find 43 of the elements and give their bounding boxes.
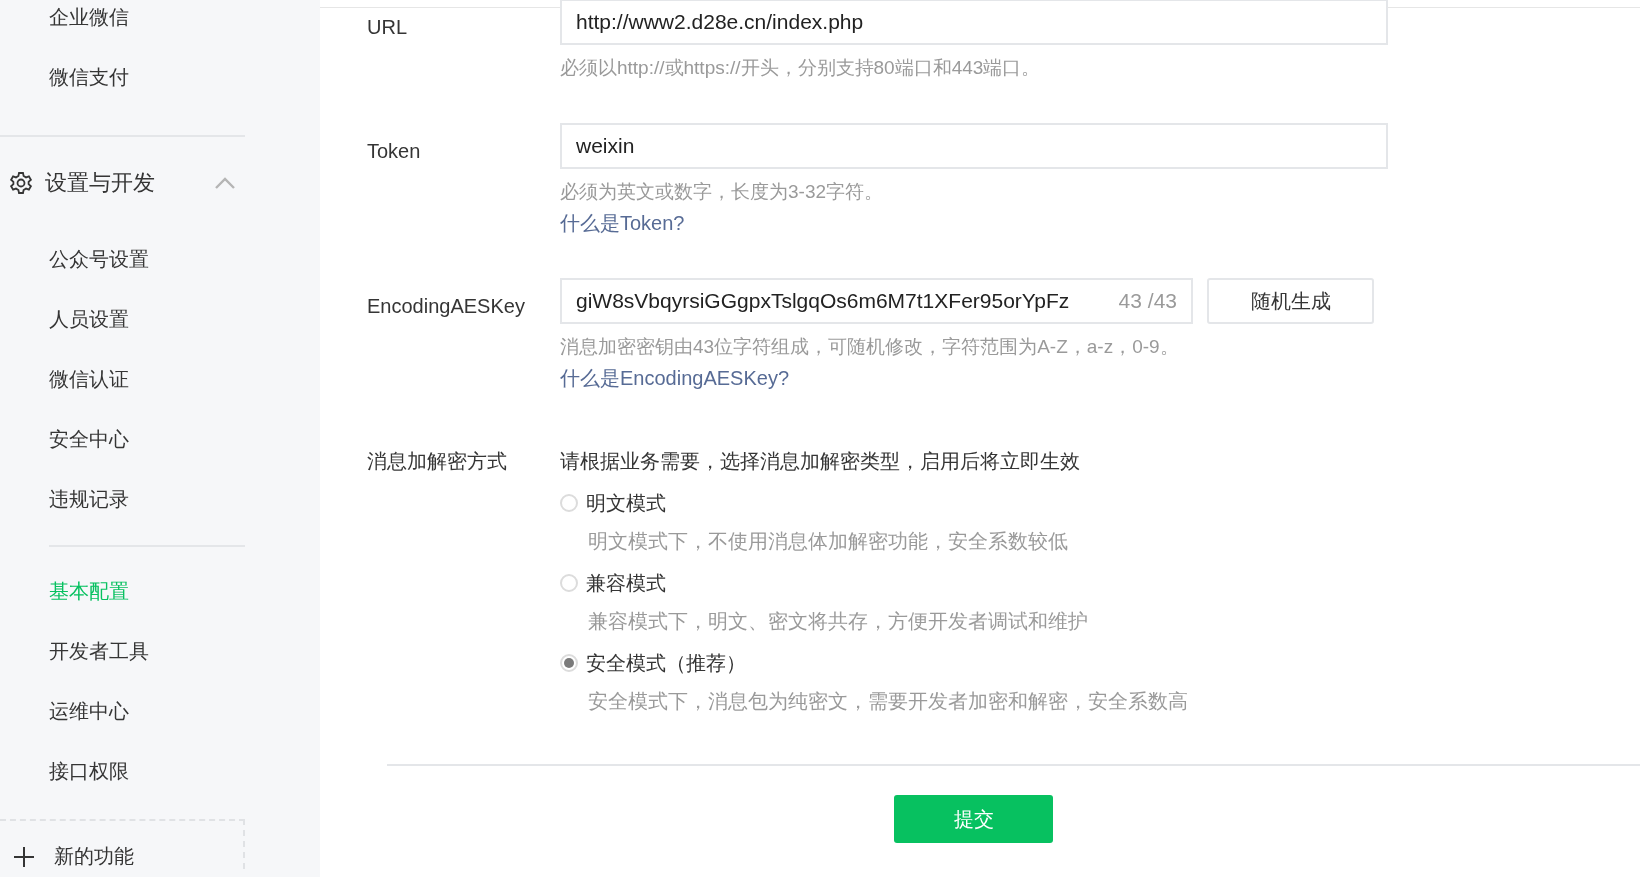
sidebar-item[interactable]: 微信认证 xyxy=(0,349,129,409)
field-label: URL xyxy=(367,15,408,40)
sidebar-item[interactable]: 微信支付 xyxy=(0,47,129,107)
plus-icon xyxy=(12,845,36,869)
gear-icon xyxy=(9,171,33,195)
radio-button[interactable] xyxy=(560,574,578,592)
help-link[interactable]: 什么是Token? xyxy=(560,209,685,237)
field-label: Token xyxy=(367,139,422,164)
help-link[interactable]: 什么是EncodingAESKey? xyxy=(560,364,789,392)
sidebar-item[interactable]: 企业微信 xyxy=(0,2,129,47)
field-hint: 消息加密密钥由43位字符组成，可随机修改，字符范围为A-Z，a-z，0-9。 xyxy=(560,335,1180,359)
sidebar-section-header[interactable]: 设置与开发 xyxy=(0,151,236,215)
radio-option[interactable]: 兼容模式 xyxy=(560,570,666,596)
field-label: EncodingAESKey xyxy=(367,294,526,319)
radio-label: 明文模式 xyxy=(586,491,666,516)
option-description: 安全模式下，消息包为纯密文，需要开发者加密和解密，安全系数高 xyxy=(588,689,1188,714)
sidebar-item[interactable]: 安全中心 xyxy=(0,409,129,469)
input-field[interactable]: http://www2.d28e.cn/index.php xyxy=(560,0,1388,45)
sidebar-item[interactable]: 人员设置 xyxy=(0,289,129,349)
radio-label: 兼容模式 xyxy=(586,571,666,596)
option-description: 兼容模式下，明文、密文将共存，方便开发者调试和维护 xyxy=(588,609,1089,634)
radio-button[interactable] xyxy=(560,494,578,512)
chevron-icon[interactable] xyxy=(214,176,236,190)
field-hint: 必须以http://或https://开头，分别支持80端口和443端口。 xyxy=(560,56,1042,80)
field-value: giW8sVbqyrsiGGgpxTslgqOs6m6M7t1XFer95orYpFz xyxy=(576,289,1070,313)
sidebar-item[interactable]: 接口权限 xyxy=(0,741,129,801)
character-counter: 43 /43 xyxy=(1118,289,1177,313)
input-field[interactable]: weixin xyxy=(560,123,1388,169)
option-description: 明文模式下，不使用消息体加解密功能，安全系数较低 xyxy=(588,529,1069,554)
new-feature-label[interactable]: 新的功能 xyxy=(54,843,134,869)
radio-label: 安全模式（推荐） xyxy=(586,651,746,676)
radio-option[interactable]: 安全模式（推荐） xyxy=(560,650,746,676)
encryption-prompt: 请根据业务需要，选择消息加解密类型，启用后将立即生效 xyxy=(560,449,1081,474)
sidebar-item[interactable]: 违规记录 xyxy=(0,469,129,529)
field-hint: 必须为英文或数字，长度为3-32字符。 xyxy=(560,180,885,204)
field-label: 消息加解密方式 xyxy=(367,449,508,474)
input-field[interactable]: giW8sVbqyrsiGGgpxTslgqOs6m6M7t1XFer95orYpFz 43 /43 xyxy=(560,278,1193,324)
generate-button[interactable]: 随机生成 xyxy=(1207,278,1374,324)
radio-button[interactable] xyxy=(560,654,578,672)
radio-option[interactable]: 明文模式 xyxy=(560,490,666,516)
sidebar-item[interactable]: 开发者工具 xyxy=(0,621,149,681)
sidebar-item[interactable]: 公众号设置 xyxy=(0,229,149,289)
sidebar-item[interactable]: 运维中心 xyxy=(0,681,129,741)
